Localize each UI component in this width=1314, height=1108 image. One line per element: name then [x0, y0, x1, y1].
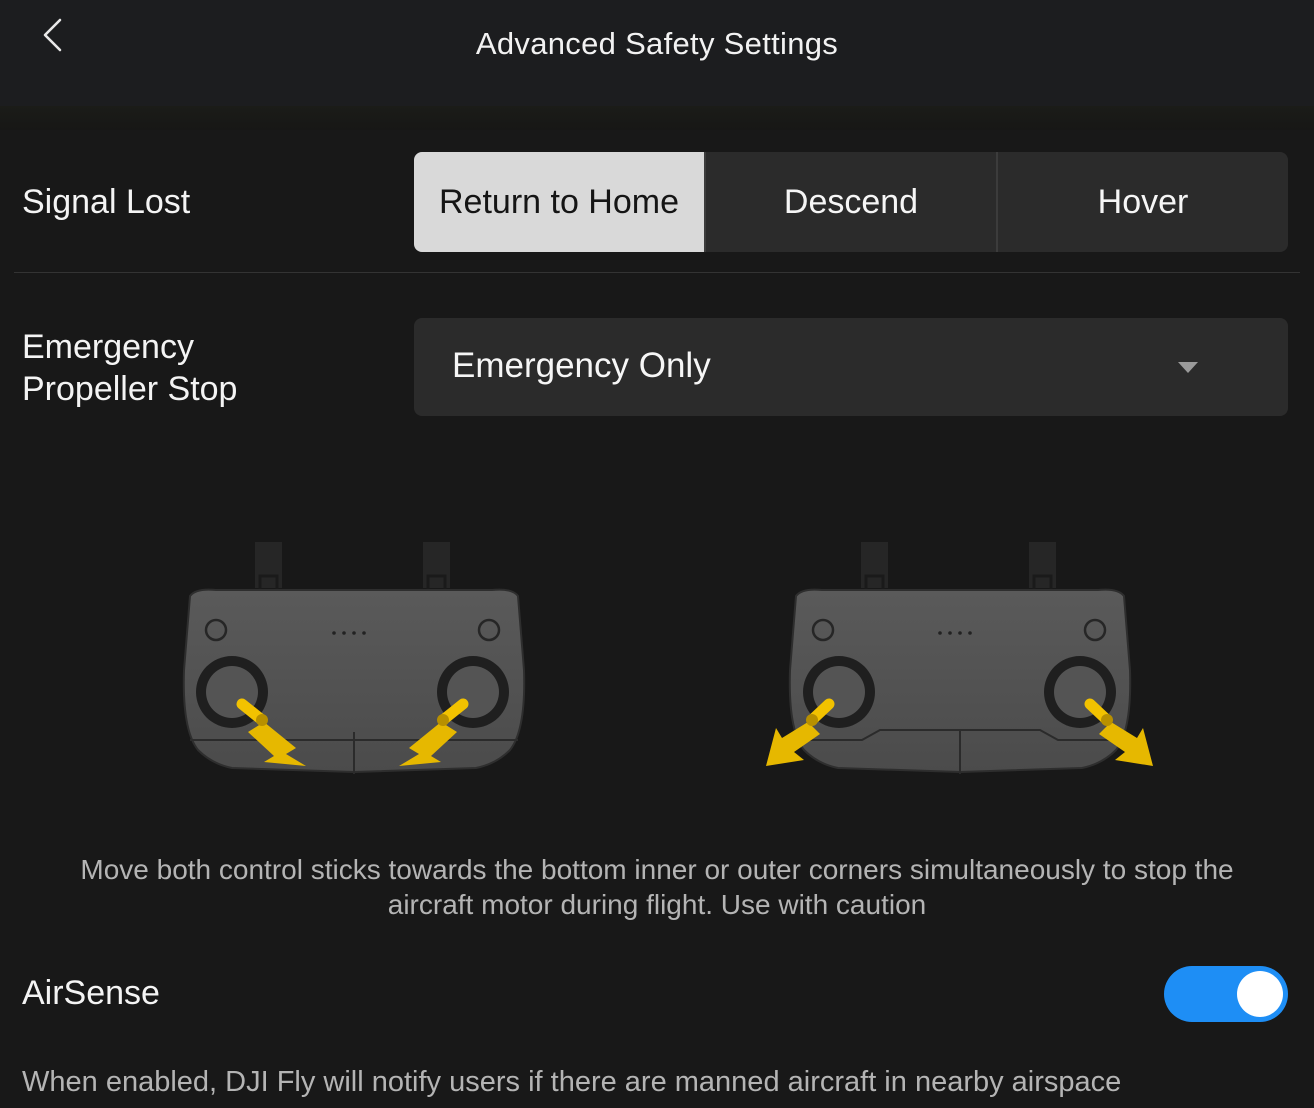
- signal-lost-segmented-control: Return to Home Descend Hover: [414, 152, 1288, 252]
- page-title: Advanced Safety Settings: [475, 26, 839, 61]
- airsense-description: When enabled, DJI Fly will notify users …: [22, 1066, 1122, 1098]
- dropdown-value: Emergency Only: [452, 346, 711, 385]
- emergency-stop-label: Emergency Propeller Stop: [22, 326, 237, 410]
- remote-controller-inner-corners-illustration: [182, 542, 526, 774]
- emergency-stop-caption: Move both control sticks towards the bot…: [20, 852, 1294, 922]
- emergency-stop-label-line1: Emergency: [22, 328, 194, 366]
- triangle-down-icon: [1178, 362, 1198, 373]
- signal-lost-label: Signal Lost: [22, 183, 191, 221]
- emergency-stop-label-line2: Propeller Stop: [22, 370, 238, 408]
- airsense-toggle[interactable]: [1164, 966, 1288, 1022]
- left-stick-tip: [806, 714, 818, 726]
- caption-line1: Move both control sticks towards the bot…: [80, 854, 1234, 885]
- left-stick-tip: [256, 714, 268, 726]
- segment-hover[interactable]: Hover: [996, 152, 1288, 252]
- segment-descend[interactable]: Descend: [704, 152, 996, 252]
- right-stick-tip: [437, 714, 449, 726]
- segment-return-to-home[interactable]: Return to Home: [414, 152, 704, 252]
- divider: [14, 272, 1300, 273]
- right-stick-tip: [1101, 714, 1113, 726]
- caption-line2: aircraft motor during flight. Use with c…: [387, 889, 927, 920]
- toggle-knob: [1237, 971, 1283, 1017]
- remote-controller-outer-corners-illustration: [766, 542, 1153, 774]
- airsense-label: AirSense: [22, 974, 160, 1012]
- header-shadow: [0, 106, 1314, 130]
- header-bar: Advanced Safety Settings: [0, 0, 1314, 106]
- emergency-stop-dropdown[interactable]: Emergency Only: [414, 318, 1288, 416]
